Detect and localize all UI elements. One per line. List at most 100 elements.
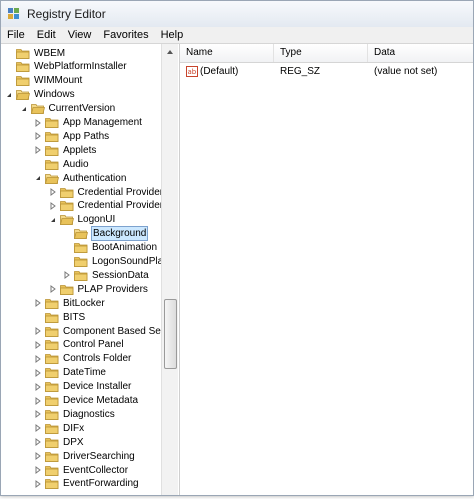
folder-icon [45,145,59,156]
folder-icon [45,118,59,128]
registry-tree-pane[interactable]: WBEM WebPlatformInstaller WIMMount Windows C… [1,44,180,495]
collapse-arrow-icon[interactable] [34,174,42,182]
tree-item[interactable]: Device Metadata [34,394,139,408]
tree-item[interactable]: BootAnimation [63,241,158,255]
menu-favorites[interactable]: Favorites [97,27,154,43]
folder-open-icon [74,229,88,240]
tree-item-label: EventCollector [63,464,129,476]
expand-arrow-icon[interactable] [34,327,42,335]
folder-open-icon [16,90,30,101]
tree-item[interactable]: DPX [34,435,85,449]
menu-edit[interactable]: Edit [31,27,62,43]
tree-item[interactable]: WebPlatformInstaller [5,60,128,74]
scroll-up-arrow-icon[interactable] [165,47,175,57]
expand-arrow-icon[interactable] [63,271,71,280]
tree-item[interactable]: DriverSearching [34,449,136,463]
folder-icon [45,368,59,379]
tree-item[interactable]: Windows [5,88,76,102]
tree-item[interactable]: DIFx [34,421,85,435]
folder-icon [16,76,30,87]
tree-item[interactable]: Authentication [34,171,127,185]
tree-item[interactable]: CurrentVersion [20,102,117,116]
menu-view[interactable]: View [62,27,98,43]
expand-arrow-icon[interactable] [34,354,42,363]
expand-arrow-icon[interactable] [34,340,42,349]
tree-item[interactable]: BITS [34,310,86,324]
column-header-name[interactable]: Name [180,44,274,62]
tree-item-label: CurrentVersion [48,103,116,115]
no-expander-spacer [5,77,13,85]
tree-item[interactable]: BitLocker [34,296,106,310]
menu-help[interactable]: Help [155,27,190,43]
tree-item-label: BitLocker [63,297,105,309]
tree-item[interactable]: Credential Provider Fi [49,185,176,199]
title-bar[interactable]: Registry Editor [1,1,473,27]
tree-item[interactable]: Device Installer [34,380,132,394]
expand-arrow-icon[interactable] [34,410,42,419]
expand-arrow-icon[interactable] [34,438,42,447]
tree-item[interactable]: App Paths [34,129,110,143]
folder-icon [16,48,30,59]
tree-item-label: Windows [34,89,75,101]
tree-scrollbar-thumb[interactable] [164,299,177,369]
expand-arrow-icon[interactable] [34,466,42,474]
values-list-pane[interactable]: Name Type Data ab (Default) REG_SZ (valu… [180,44,473,495]
expand-arrow-icon[interactable] [34,396,42,405]
tree-item[interactable]: Background [63,226,149,242]
values-list-header: Name Type Data [180,44,473,63]
folder-open-icon [45,173,59,184]
tree-item[interactable]: DateTime [34,366,107,380]
folder-icon [74,257,88,267]
expand-arrow-icon[interactable] [49,188,57,196]
expand-arrow-icon[interactable] [34,479,42,488]
folder-icon [45,479,59,490]
tree-item[interactable]: Diagnostics [34,407,116,421]
expand-arrow-icon[interactable] [34,299,42,308]
tree-item[interactable]: EventCollector [34,463,129,477]
tree-item-label: Credential Providers [77,200,169,212]
expand-arrow-icon[interactable] [34,368,42,377]
expand-arrow-icon[interactable] [49,201,57,210]
column-header-type[interactable]: Type [274,44,368,62]
expand-arrow-icon[interactable] [34,452,42,461]
tree-item[interactable]: Controls Folder [34,352,132,366]
tree-scrollbar[interactable] [161,44,178,495]
expand-arrow-icon[interactable] [34,424,42,433]
column-header-data[interactable]: Data [368,44,473,62]
tree-item[interactable]: SessionData [63,268,150,282]
tree-item[interactable]: WBEM [5,46,66,60]
tree-item-label: SessionData [92,269,149,281]
tree-item-label: WIMMount [34,75,83,87]
no-expander-spacer [34,313,42,321]
expand-arrow-icon[interactable] [34,382,42,391]
expand-arrow-icon[interactable] [34,146,42,155]
tree-item[interactable]: Component Based Servic [34,324,177,338]
folder-icon [45,409,59,420]
collapse-arrow-icon[interactable] [20,105,28,113]
tree-item[interactable]: WIMMount [5,74,83,88]
collapse-arrow-icon[interactable] [49,216,57,224]
tree-item[interactable]: Audio [34,157,90,171]
expand-arrow-icon[interactable] [49,285,57,294]
tree-item[interactable]: Credential Providers [49,199,170,213]
folder-icon [16,62,30,73]
expand-arrow-icon[interactable] [34,132,42,141]
tree-item[interactable]: PLAP Providers [49,282,149,296]
tree-item-label: Controls Folder [63,353,132,365]
tree-item-label: Device Metadata [63,395,139,406]
tree-item[interactable]: LogonUI [49,213,117,227]
tree-item[interactable]: Control Panel [34,338,125,352]
expand-arrow-icon[interactable] [34,118,42,127]
no-expander-spacer [63,244,71,252]
string-value-icon: ab [186,65,198,77]
tree-item-label: App Paths [63,130,110,142]
collapse-arrow-icon[interactable] [5,91,13,99]
tree-item[interactable]: EventForwarding [34,477,140,491]
menu-file[interactable]: File [1,27,31,43]
tree-item[interactable]: App Management [34,116,143,130]
folder-icon [74,243,88,253]
tree-item-label: EventForwarding [63,478,139,490]
tree-item[interactable]: Applets [34,143,97,157]
tree-item[interactable]: LogonSoundPlaye [63,255,175,269]
value-row-default[interactable]: ab (Default) REG_SZ (value not set) [180,64,473,78]
